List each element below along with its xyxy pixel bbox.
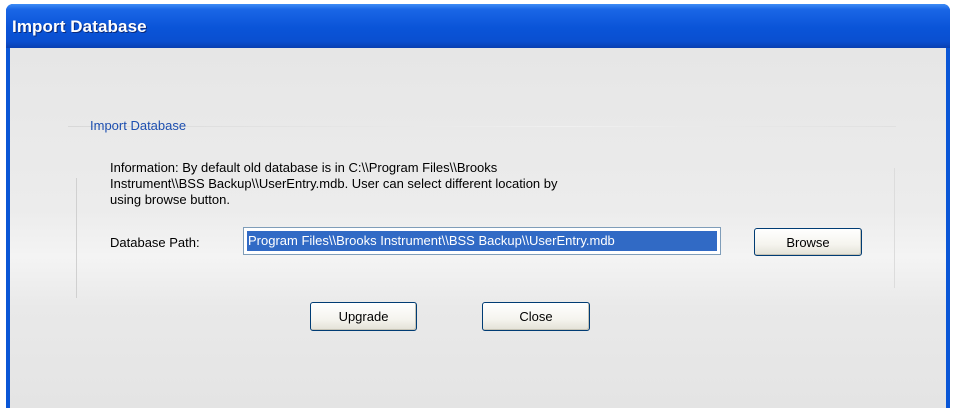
information-line: Information: By default old database is … bbox=[110, 160, 498, 175]
close-button[interactable]: Close bbox=[482, 302, 590, 331]
information-line: Instrument\\BSS Backup\\UserEntry.mdb. U… bbox=[110, 176, 558, 191]
group-box-border-left bbox=[76, 178, 77, 298]
title-bar[interactable]: Import Database bbox=[6, 4, 950, 48]
group-box-label: Import Database bbox=[90, 118, 187, 133]
information-text: Information: By default old database is … bbox=[110, 160, 720, 208]
group-box-border-right bbox=[894, 168, 895, 288]
database-path-label: Database Path: bbox=[110, 235, 200, 250]
group-box-border-top bbox=[68, 126, 896, 127]
upgrade-button[interactable]: Upgrade bbox=[310, 302, 417, 331]
database-path-input[interactable]: Program Files\\Brooks Instrument\\BSS Ba… bbox=[243, 227, 721, 255]
browse-button[interactable]: Browse bbox=[754, 228, 862, 256]
database-path-value[interactable]: Program Files\\Brooks Instrument\\BSS Ba… bbox=[247, 231, 717, 251]
information-line: using browse button. bbox=[110, 192, 230, 207]
window-title: Import Database bbox=[12, 17, 147, 36]
